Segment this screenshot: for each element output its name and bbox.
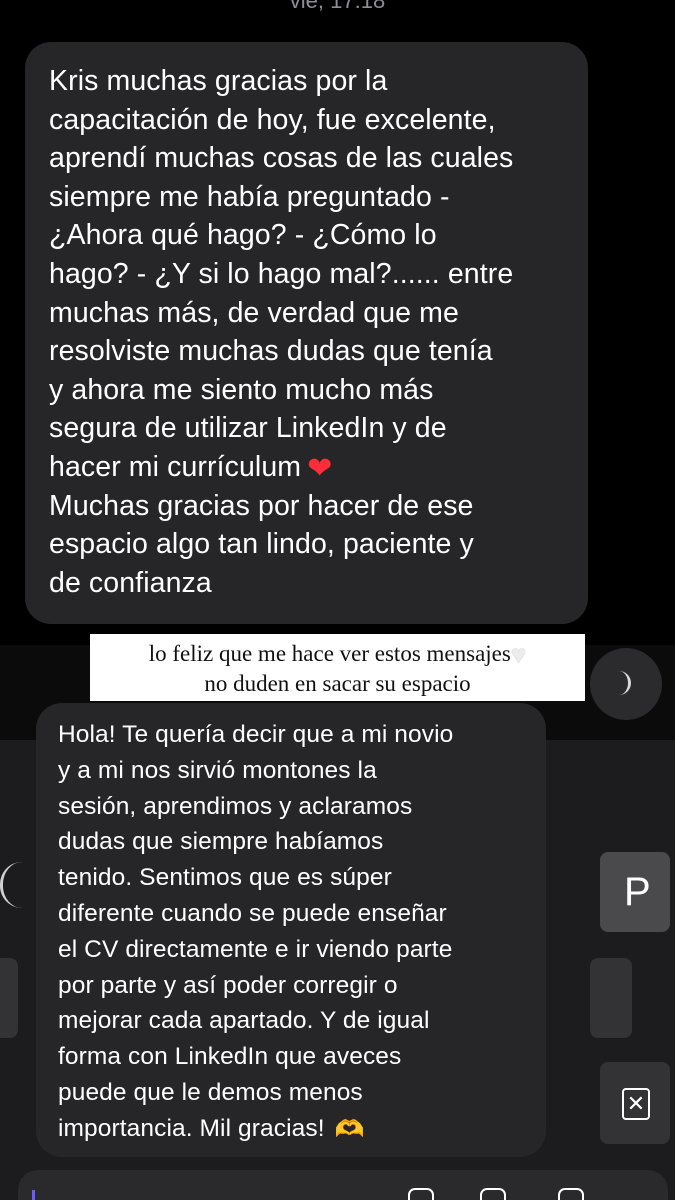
message-timestamp: vie, 17:18 <box>289 0 386 13</box>
keyboard-key[interactable] <box>590 958 632 1038</box>
caption-line-1: lo feliz que me hace ver estos mensajes♥ <box>90 639 585 669</box>
heart-hands-emoji-icon: 🫶 <box>334 1115 365 1143</box>
text-cursor <box>32 1190 35 1200</box>
message-text: Hola! Te quería decir que a mi novio y a… <box>58 717 532 1148</box>
caption-line-2: no duden en sacar su espacio <box>204 671 471 696</box>
chat-screen: vie, 17:18 P ✕ Kris muchas gracias por l… <box>0 0 675 1200</box>
message-bubble[interactable]: Hola! Te quería decir que a mi novio y a… <box>36 703 546 1157</box>
attachment-icon[interactable] <box>408 1188 434 1200</box>
message-text-body: Hola! Te quería decir que a mi novio y a… <box>58 721 454 1142</box>
delete-key-icon: ✕ <box>622 1088 650 1120</box>
keyboard-key-p[interactable]: P <box>600 852 670 932</box>
heart-emoji-icon: ❤ <box>307 451 333 485</box>
message-input-bar[interactable] <box>18 1170 668 1200</box>
sticker-icon[interactable] <box>558 1188 584 1200</box>
message-bubble[interactable]: Kris muchas gracias por la capacitación … <box>25 42 588 624</box>
gallery-icon[interactable] <box>480 1188 506 1200</box>
story-caption: lo feliz que me hace ver estos mensajes♥… <box>90 634 585 701</box>
caption-line-1-text: lo feliz que me hace ver estos mensajes <box>148 641 511 666</box>
message-text: Kris muchas gracias por la capacitación … <box>49 62 568 487</box>
keyboard-key-left-edge[interactable] <box>0 958 18 1038</box>
message-text-body: Kris muchas gracias por la capacitación … <box>49 65 514 483</box>
white-heart-icon: ♥ <box>510 640 527 669</box>
message-text-continued: Muchas gracias por hacer de ese espacio … <box>49 489 474 599</box>
keyboard-delete-key[interactable]: ✕ <box>600 1062 670 1144</box>
